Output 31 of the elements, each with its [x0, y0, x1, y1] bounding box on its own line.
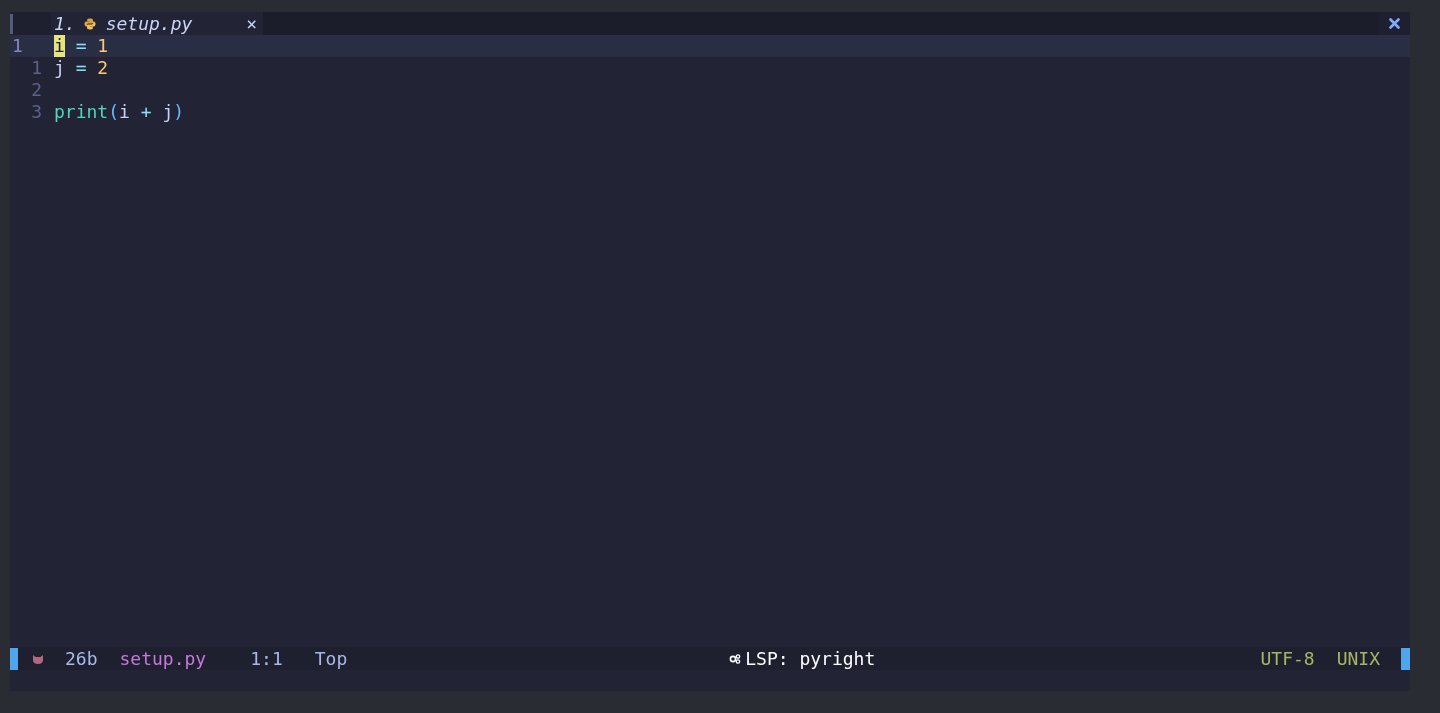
- line-number: 2: [31, 79, 42, 101]
- line-number: 1: [31, 57, 42, 79]
- operator-token: =: [74, 57, 88, 79]
- paren-token: (: [108, 101, 120, 123]
- function-token: print: [54, 101, 109, 123]
- editor-tab[interactable]: 1. setup.py ×: [51, 12, 263, 35]
- operator-token: +: [139, 101, 153, 123]
- gears-icon: [729, 653, 742, 664]
- operator-token: =: [74, 35, 88, 57]
- line-number: 3: [31, 101, 42, 123]
- buffer-size: 26b: [65, 647, 98, 670]
- file-name: setup.py: [119, 647, 207, 670]
- line-ending: UNIX: [1336, 647, 1380, 670]
- close-icon[interactable]: [1389, 18, 1400, 29]
- variable-token: i: [119, 101, 130, 123]
- lsp-status: LSP: pyright: [745, 647, 876, 670]
- cat-icon: [32, 652, 44, 665]
- variable-token: j: [54, 57, 65, 79]
- cursor-position: 1:1: [250, 647, 283, 670]
- python-icon: [83, 17, 96, 30]
- paren-token: ): [173, 101, 185, 123]
- line-number: 1: [12, 35, 23, 57]
- variable-token: i: [54, 35, 65, 57]
- close-tab-button[interactable]: ×: [246, 12, 257, 35]
- mode-indicator: [1401, 647, 1410, 670]
- variable-token: j: [162, 101, 174, 123]
- encoding: UTF-8: [1260, 647, 1315, 670]
- number-token: 1: [97, 35, 109, 57]
- number-token: 2: [97, 57, 109, 79]
- scroll-position: Top: [314, 647, 348, 670]
- mode-indicator: [10, 647, 18, 670]
